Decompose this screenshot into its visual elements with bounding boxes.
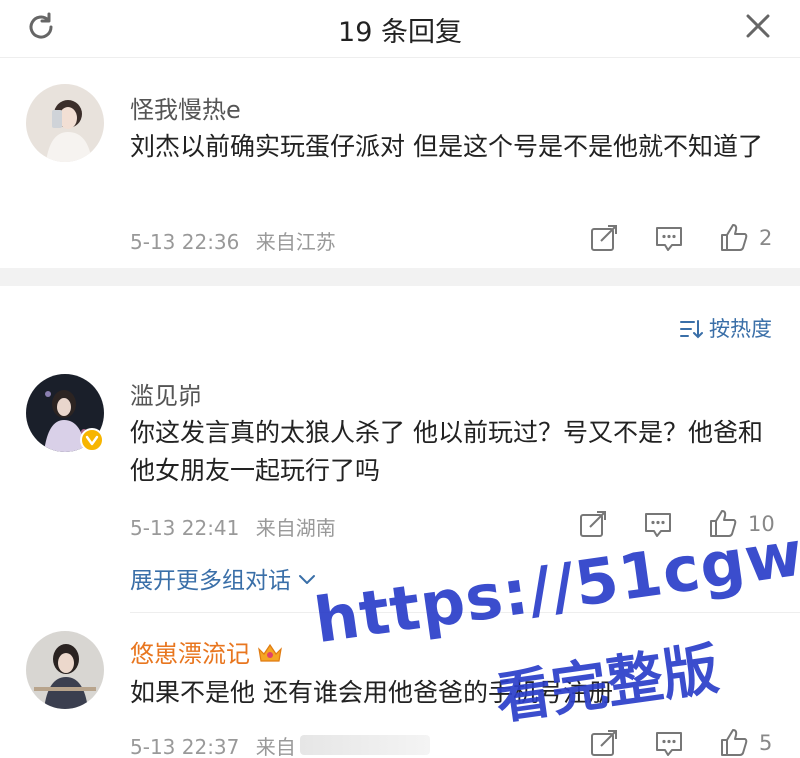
section-divider xyxy=(0,268,800,286)
timestamp: 5-13 22:36 xyxy=(130,230,240,254)
location: 来自湖南 xyxy=(255,516,336,540)
share-icon[interactable] xyxy=(589,728,619,758)
like-icon[interactable] xyxy=(719,727,749,757)
timestamp: 5-13 22:37 xyxy=(130,735,240,758)
close-icon[interactable] xyxy=(740,8,776,44)
location: 来自江苏 xyxy=(255,230,336,254)
username-text: 悠崽漂流记 xyxy=(130,640,250,668)
avatar[interactable] xyxy=(26,84,104,162)
comment-icon[interactable] xyxy=(654,223,684,253)
sort-icon xyxy=(680,320,703,339)
comment-icon[interactable] xyxy=(654,728,684,758)
share-icon[interactable] xyxy=(578,509,608,539)
comment-meta: 5-13 22:41 来自湖南 xyxy=(130,512,336,541)
comment-text: 如果不是他 还有谁会用他爸爸的手机号注册 xyxy=(130,678,613,707)
expand-thread-link[interactable]: 展开更多组对话 xyxy=(130,561,317,595)
sort-button[interactable]: 按热度 xyxy=(679,313,772,343)
location: 来自 xyxy=(255,735,296,758)
like-count: 5 xyxy=(759,731,773,755)
verified-icon xyxy=(80,428,104,452)
header: 19 条回复 xyxy=(0,0,800,58)
crown-icon xyxy=(258,643,282,662)
watermark: https://51cgw.pro 看完整版 xyxy=(310,497,800,745)
comment-meta: 5-13 22:37 来自 xyxy=(130,731,296,758)
divider xyxy=(130,612,800,613)
sort-label: 按热度 xyxy=(709,317,772,341)
like-count: 2 xyxy=(759,226,773,250)
comment-text: 刘杰以前确实玩蛋仔派对 但是这个号是不是他就不知道了 xyxy=(130,132,763,161)
like-count: 10 xyxy=(748,512,775,536)
comment-text: 你这发言真的太狼人杀了 他以前玩过？号又不是？他爸和他女朋友一起玩行了吗 xyxy=(130,418,763,485)
like-icon[interactable] xyxy=(719,222,749,252)
username[interactable]: 怪我慢热e xyxy=(130,90,241,125)
comment-icon[interactable] xyxy=(643,509,673,539)
username[interactable]: 悠崽漂流记 xyxy=(130,634,284,669)
page-title: 19 条回复 xyxy=(338,17,462,48)
comment-meta: 5-13 22:36 来自江苏 xyxy=(130,226,336,255)
blurred-location xyxy=(300,735,430,755)
chevron-down-icon xyxy=(299,575,315,584)
avatar[interactable] xyxy=(26,631,104,709)
like-icon[interactable] xyxy=(708,508,738,538)
expand-label: 展开更多组对话 xyxy=(130,568,291,594)
username[interactable]: 滥见峁 xyxy=(130,376,202,411)
timestamp: 5-13 22:41 xyxy=(130,516,240,540)
share-icon[interactable] xyxy=(589,223,619,253)
